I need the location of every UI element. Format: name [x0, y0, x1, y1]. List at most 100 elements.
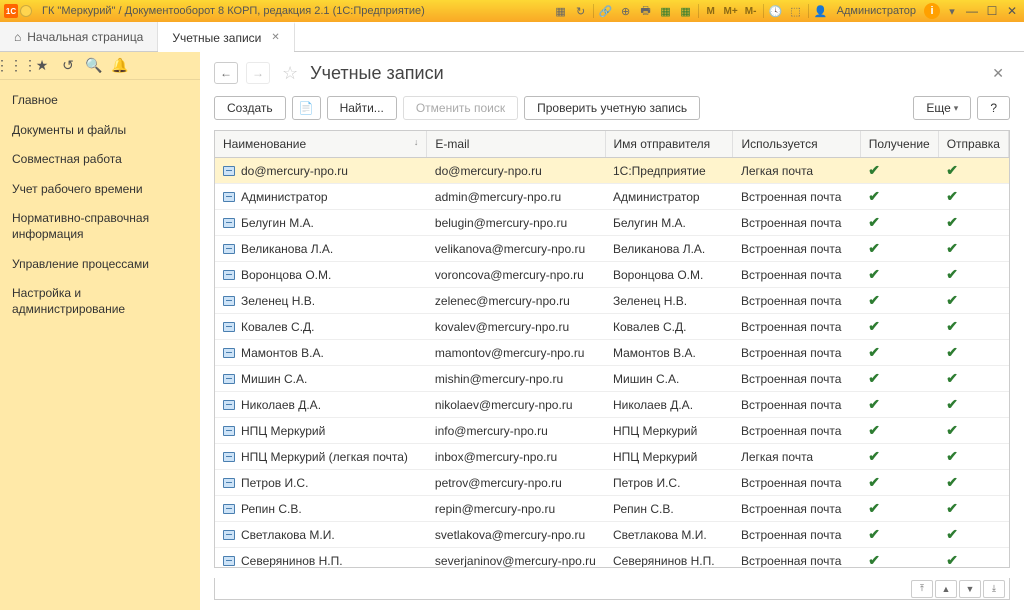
- column-header-recv[interactable]: Получение: [860, 131, 938, 158]
- user-label: Администратор: [837, 5, 916, 17]
- sidebar-item-3[interactable]: Учет рабочего времени: [0, 175, 200, 205]
- table-row[interactable]: Мишин С.А.mishin@mercury-npo.ruМишин С.А…: [215, 366, 1009, 392]
- check-icon: ✔: [868, 396, 880, 412]
- scroll-up-button[interactable]: ▲: [935, 580, 957, 598]
- maximize-button[interactable]: ☐: [984, 4, 1000, 18]
- check-icon: ✔: [868, 474, 880, 490]
- check-icon: ✔: [946, 188, 958, 204]
- sidebar-item-6[interactable]: Настройка и администрирование: [0, 279, 200, 324]
- check-icon: ✔: [946, 240, 958, 256]
- create-copy-button[interactable]: 📄: [292, 96, 321, 120]
- table-row[interactable]: Воронцова О.М.voroncova@mercury-npo.ruВо…: [215, 262, 1009, 288]
- grid-icon[interactable]: ▦: [553, 3, 569, 19]
- help-button[interactable]: ?: [977, 96, 1010, 120]
- calendar-icon[interactable]: ▦: [658, 3, 674, 19]
- close-page-button[interactable]: ✕: [986, 65, 1010, 82]
- print-icon[interactable]: 🖶: [638, 3, 654, 19]
- mail-account-icon: [223, 244, 235, 254]
- sidebar: ⋮⋮⋮ ★ ↺ 🔍 🔔 ГлавноеДокументы и файлыСовм…: [0, 52, 200, 610]
- scroll-bottom-button[interactable]: ⤓: [983, 580, 1005, 598]
- menu-icon[interactable]: ⋮⋮⋮: [8, 58, 24, 74]
- table-row[interactable]: НПЦ Меркурийinfo@mercury-npo.ruНПЦ Мерку…: [215, 418, 1009, 444]
- mail-account-icon: [223, 400, 235, 410]
- check-icon: ✔: [868, 240, 880, 256]
- check-icon: ✔: [868, 500, 880, 516]
- mail-account-icon: [223, 192, 235, 202]
- column-header-name[interactable]: Наименование↓: [215, 131, 427, 158]
- favorite-icon[interactable]: ⊕: [618, 3, 634, 19]
- mail-account-icon: [223, 530, 235, 540]
- mail-account-icon: [223, 426, 235, 436]
- column-header-email[interactable]: E-mail: [427, 131, 605, 158]
- check-icon: ✔: [946, 474, 958, 490]
- scroll-down-button[interactable]: ▼: [959, 580, 981, 598]
- check-account-button[interactable]: Проверить учетную запись: [524, 96, 700, 120]
- scroll-top-button[interactable]: ⤒: [911, 580, 933, 598]
- check-icon: ✔: [868, 552, 880, 568]
- clock-icon[interactable]: 🕓: [768, 3, 784, 19]
- link-icon[interactable]: 🔗: [598, 3, 614, 19]
- page-title: Учетные записи: [310, 63, 443, 84]
- table-row[interactable]: Зеленец Н.В.zelenec@mercury-npo.ruЗелене…: [215, 288, 1009, 314]
- sidebar-item-1[interactable]: Документы и файлы: [0, 116, 200, 146]
- check-icon: ✔: [868, 318, 880, 334]
- table-row[interactable]: Администраторadmin@mercury-npo.ruАдминис…: [215, 184, 1009, 210]
- search-icon[interactable]: 🔍: [86, 58, 102, 74]
- nav-back-button[interactable]: ←: [214, 62, 238, 84]
- close-window-button[interactable]: ✕: [1004, 4, 1020, 18]
- bell-icon[interactable]: 🔔: [112, 58, 128, 74]
- minimize-button[interactable]: —: [964, 4, 980, 18]
- m-minus-button[interactable]: M-: [743, 3, 759, 19]
- check-icon: ✔: [946, 526, 958, 542]
- mail-account-icon: [223, 556, 235, 566]
- sidebar-item-0[interactable]: Главное: [0, 86, 200, 116]
- home-icon: ⌂: [14, 30, 21, 44]
- column-header-sender[interactable]: Имя отправителя: [605, 131, 733, 158]
- tab-home[interactable]: ⌂ Начальная страница: [0, 22, 158, 51]
- check-icon: ✔: [868, 422, 880, 438]
- m-plus-button[interactable]: M+: [723, 3, 739, 19]
- user-icon: 👤: [813, 3, 829, 19]
- create-button[interactable]: Создать: [214, 96, 286, 120]
- table-row[interactable]: Ковалев С.Д.kovalev@mercury-npo.ruКовале…: [215, 314, 1009, 340]
- tab-home-label: Начальная страница: [27, 30, 143, 44]
- table-row[interactable]: Белугин М.А.belugin@mercury-npo.ruБелуги…: [215, 210, 1009, 236]
- table-row[interactable]: Репин С.В.repin@mercury-npo.ruРепин С.В.…: [215, 496, 1009, 522]
- dropdown-icon[interactable]: ▾: [944, 3, 960, 19]
- tab-accounts[interactable]: Учетные записи ✕: [158, 22, 294, 51]
- table-row[interactable]: Мамонтов В.А.mamontov@mercury-npo.ruМамо…: [215, 340, 1009, 366]
- back-nav-icon[interactable]: ⬚: [788, 3, 804, 19]
- sidebar-item-2[interactable]: Совместная работа: [0, 145, 200, 175]
- table-row[interactable]: Николаев Д.А.nikolaev@mercury-npo.ruНико…: [215, 392, 1009, 418]
- history-icon[interactable]: ↺: [60, 58, 76, 74]
- star-icon[interactable]: ★: [34, 58, 50, 74]
- nav-forward-button[interactable]: →: [246, 62, 270, 84]
- m-button[interactable]: M: [703, 3, 719, 19]
- more-button[interactable]: Еще: [913, 96, 971, 120]
- calendar2-icon[interactable]: ▦: [678, 3, 694, 19]
- column-header-send[interactable]: Отправка: [938, 131, 1008, 158]
- check-icon: ✔: [868, 292, 880, 308]
- sidebar-tools: ⋮⋮⋮ ★ ↺ 🔍 🔔: [0, 52, 200, 80]
- info-icon[interactable]: i: [924, 3, 940, 19]
- sidebar-item-4[interactable]: Нормативно-справочная информация: [0, 204, 200, 249]
- table-row[interactable]: НПЦ Меркурий (легкая почта)inbox@mercury…: [215, 444, 1009, 470]
- sidebar-item-5[interactable]: Управление процессами: [0, 250, 200, 280]
- column-header-used[interactable]: Используется: [733, 131, 860, 158]
- check-icon: ✔: [868, 162, 880, 178]
- favorite-page-button[interactable]: ☆: [282, 63, 298, 84]
- check-icon: ✔: [946, 318, 958, 334]
- table-row[interactable]: do@mercury-npo.rudo@mercury-npo.ru1С:Пре…: [215, 158, 1009, 184]
- find-button[interactable]: Найти...: [327, 96, 397, 120]
- check-icon: ✔: [946, 370, 958, 386]
- check-icon: ✔: [946, 396, 958, 412]
- check-icon: ✔: [868, 526, 880, 542]
- check-icon: ✔: [946, 266, 958, 282]
- table-row[interactable]: Светлакова М.И.svetlakova@mercury-npo.ru…: [215, 522, 1009, 548]
- check-icon: ✔: [868, 448, 880, 464]
- table-row[interactable]: Северянинов Н.П.severjaninov@mercury-npo…: [215, 548, 1009, 569]
- tab-close-icon[interactable]: ✕: [271, 32, 279, 43]
- table-row[interactable]: Петров И.С.petrov@mercury-npo.ruПетров И…: [215, 470, 1009, 496]
- table-row[interactable]: Великанова Л.А.velikanova@mercury-npo.ru…: [215, 236, 1009, 262]
- refresh-icon[interactable]: ↻: [573, 3, 589, 19]
